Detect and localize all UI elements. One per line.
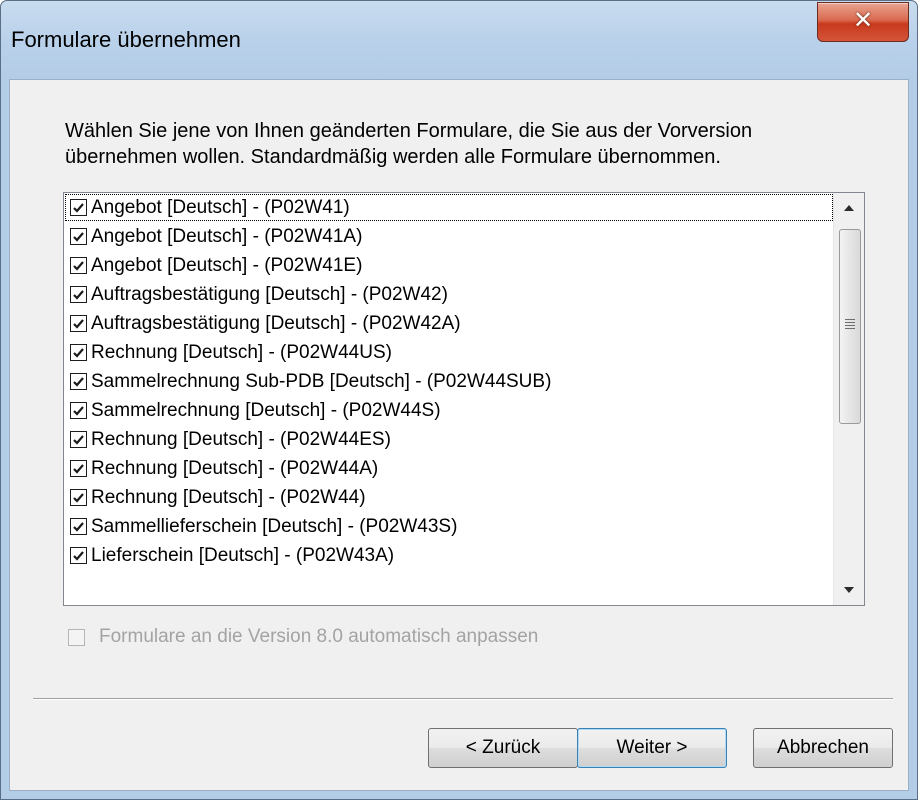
form-label: Sammellieferschein [Deutsch] - (P02W43S)	[91, 515, 458, 537]
form-label: Auftragsbestätigung [Deutsch] - (P02W42)	[91, 283, 448, 305]
form-checkbox[interactable]	[70, 344, 87, 361]
vertical-scrollbar[interactable]	[833, 193, 864, 605]
forms-checklist[interactable]: Angebot [Deutsch] - (P02W41) Angebot [Deu…	[63, 192, 865, 606]
arrow-up-icon	[844, 205, 854, 211]
form-checkbox[interactable]	[70, 228, 87, 245]
list-item[interactable]: Sammelrechnung [Deutsch] - (P02W44S)	[64, 396, 834, 425]
checkmark-icon	[73, 348, 84, 358]
form-checkbox[interactable]	[70, 460, 87, 477]
form-label: Lieferschein [Deutsch] - (P02W43A)	[91, 544, 395, 566]
form-checkbox[interactable]	[70, 518, 87, 535]
back-button[interactable]: < Zurück	[428, 728, 578, 768]
checkmark-icon	[73, 464, 84, 474]
checkmark-icon	[73, 261, 84, 271]
auto-adjust-checkbox	[68, 628, 85, 646]
grip-icon	[845, 319, 855, 331]
list-item[interactable]: Lieferschein [Deutsch] - (P02W43A)	[64, 541, 834, 570]
next-button[interactable]: Weiter >	[577, 728, 727, 768]
scroll-up-button[interactable]	[834, 193, 864, 223]
forms-list: Angebot [Deutsch] - (P02W41) Angebot [Deu…	[64, 193, 834, 570]
close-icon: ✕	[852, 6, 874, 34]
checkmark-icon	[73, 522, 84, 532]
auto-adjust-label: Formulare an die Version 8.0 automatisch…	[99, 626, 539, 647]
list-item[interactable]: Angebot [Deutsch] - (P02W41E)	[64, 251, 834, 280]
dialog-content: Wählen Sie jene von Ihnen geänderten For…	[9, 79, 909, 791]
form-label: Sammelrechnung [Deutsch] - (P02W44S)	[91, 399, 441, 421]
form-checkbox[interactable]	[70, 199, 87, 216]
close-button[interactable]: ✕	[817, 2, 909, 42]
checkmark-icon	[73, 290, 84, 300]
scroll-down-button[interactable]	[834, 575, 864, 605]
dialog-window: Formulare übernehmen ✕ Wählen Sie jene v…	[0, 0, 918, 800]
list-item[interactable]: Rechnung [Deutsch] - (P02W44)	[64, 483, 834, 512]
form-label: Angebot [Deutsch] - (P02W41E)	[91, 254, 363, 276]
checkmark-icon	[73, 203, 84, 213]
form-checkbox[interactable]	[70, 489, 87, 506]
form-label: Sammelrechnung Sub-PDB [Deutsch] - (P02W…	[91, 370, 552, 392]
checkmark-icon	[73, 435, 84, 445]
checkmark-icon	[73, 232, 84, 242]
list-item[interactable]: Angebot [Deutsch] - (P02W41)	[64, 193, 834, 222]
checkmark-icon	[73, 551, 84, 561]
list-item[interactable]: Auftragsbestätigung [Deutsch] - (P02W42)	[64, 280, 834, 309]
form-label: Angebot [Deutsch] - (P02W41)	[91, 196, 350, 218]
list-item[interactable]: Rechnung [Deutsch] - (P02W44A)	[64, 454, 834, 483]
cancel-button[interactable]: Abbrechen	[753, 728, 893, 768]
window-title: Formulare übernehmen	[11, 27, 241, 52]
form-label: Auftragsbestätigung [Deutsch] - (P02W42A…	[91, 312, 461, 334]
list-item[interactable]: Angebot [Deutsch] - (P02W41A)	[64, 222, 834, 251]
form-label: Rechnung [Deutsch] - (P02W44)	[91, 486, 366, 508]
list-item[interactable]: Rechnung [Deutsch] - (P02W44US)	[64, 338, 834, 367]
title-bar[interactable]: Formulare übernehmen ✕	[1, 1, 917, 79]
checkmark-icon	[73, 493, 84, 503]
arrow-down-icon	[844, 587, 854, 593]
instruction-text: Wählen Sie jene von Ihnen geänderten For…	[65, 120, 753, 168]
form-checkbox[interactable]	[70, 402, 87, 419]
form-checkbox[interactable]	[70, 431, 87, 448]
checkmark-icon	[73, 406, 84, 416]
separator	[33, 698, 893, 700]
list-item[interactable]: Auftragsbestätigung [Deutsch] - (P02W42A…	[64, 309, 834, 338]
form-label: Rechnung [Deutsch] - (P02W44US)	[91, 341, 392, 363]
list-item[interactable]: Sammelrechnung Sub-PDB [Deutsch] - (P02W…	[64, 367, 834, 396]
form-checkbox[interactable]	[70, 257, 87, 274]
list-item[interactable]: Sammellieferschein [Deutsch] - (P02W43S)	[64, 512, 834, 541]
form-label: Angebot [Deutsch] - (P02W41A)	[91, 225, 363, 247]
form-checkbox[interactable]	[70, 547, 87, 564]
checkmark-icon	[73, 319, 84, 329]
form-checkbox[interactable]	[70, 286, 87, 303]
form-checkbox[interactable]	[70, 315, 87, 332]
auto-adjust-option: Formulare an die Version 8.0 automatisch…	[68, 626, 538, 648]
form-label: Rechnung [Deutsch] - (P02W44A)	[91, 457, 379, 479]
scroll-thumb[interactable]	[839, 229, 861, 424]
list-item[interactable]: Rechnung [Deutsch] - (P02W44ES)	[64, 425, 834, 454]
form-checkbox[interactable]	[70, 373, 87, 390]
form-label: Rechnung [Deutsch] - (P02W44ES)	[91, 428, 391, 450]
checkmark-icon	[73, 377, 84, 387]
